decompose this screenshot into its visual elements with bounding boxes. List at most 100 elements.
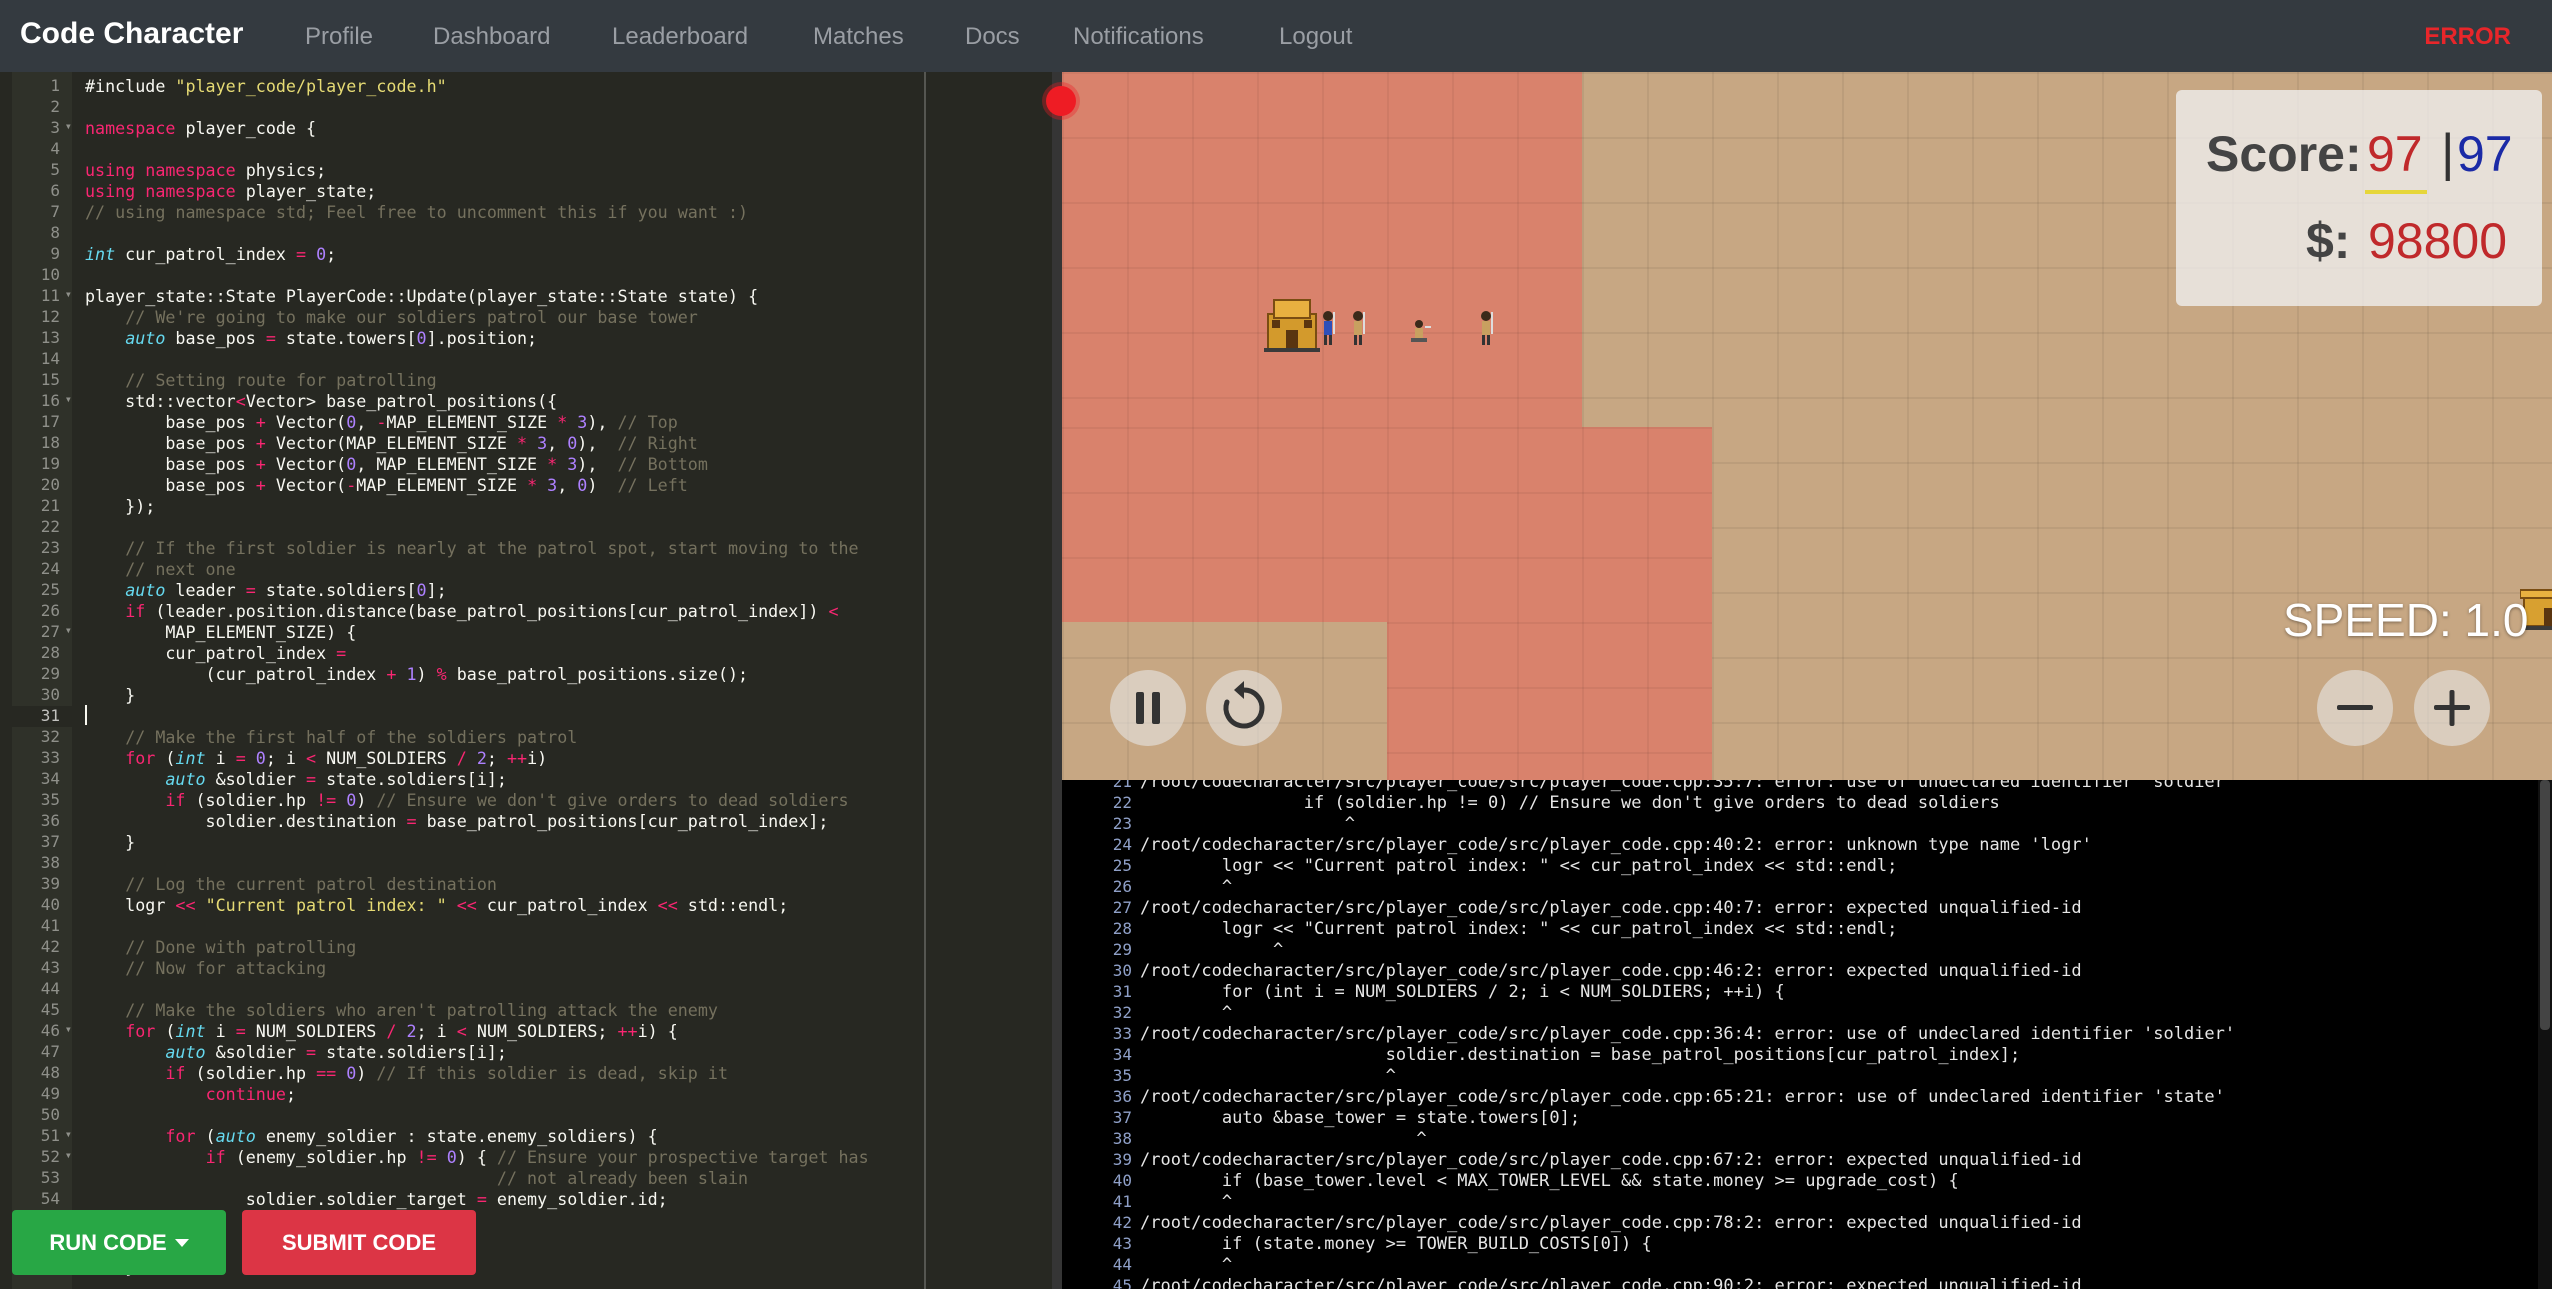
code-line[interactable]: namespace player_code { xyxy=(85,118,316,139)
fold-toggle-icon[interactable]: ▾ xyxy=(65,392,72,406)
code-line[interactable]: // Make the soldiers who aren't patrolli… xyxy=(85,1000,718,1021)
line-number-text: 38 xyxy=(40,853,60,872)
nav-dashboard-link[interactable]: Dashboard xyxy=(433,23,550,51)
terminal-line: /root/codecharacter/src/player_code/src/… xyxy=(1140,1024,2236,1044)
code-line[interactable]: // If the first soldier is nearly at the… xyxy=(85,538,858,559)
code-line[interactable]: if (leader.position.distance(base_patrol… xyxy=(85,601,838,622)
code-line[interactable]: #include "player_code/player_code.h" xyxy=(85,76,447,97)
terminal-scrollbar[interactable] xyxy=(2538,780,2552,1289)
nav-matches-link[interactable]: Matches xyxy=(813,23,904,51)
code-line[interactable]: // not already been slain xyxy=(85,1168,748,1189)
code-line[interactable]: base_pos + Vector(-MAP_ELEMENT_SIZE * 3,… xyxy=(85,475,687,496)
code-line[interactable]: for (int i = NUM_SOLDIERS / 2; i < NUM_S… xyxy=(85,1021,678,1042)
code-line[interactable]: }); xyxy=(85,496,155,517)
code-line[interactable]: auto &soldier = state.soldiers[i]; xyxy=(85,769,507,790)
code-line[interactable]: for (int i = 0; i < NUM_SOLDIERS / 2; ++… xyxy=(85,748,547,769)
line-number-text: 52 xyxy=(40,1147,60,1166)
player1-score: 97 xyxy=(2367,126,2423,182)
fold-toggle-icon[interactable]: ▾ xyxy=(65,1127,72,1141)
code-line[interactable]: soldier.soldier_target = enemy_soldier.i… xyxy=(85,1189,668,1210)
nav-notifications-link[interactable]: Notifications xyxy=(1073,23,1204,51)
terminal-line-number: 43 xyxy=(1112,1234,1132,1253)
run-code-label: RUN CODE xyxy=(49,1229,167,1255)
line-number: 33 xyxy=(12,748,72,769)
code-line[interactable]: cur_patrol_index = xyxy=(85,643,346,664)
pause-button[interactable] xyxy=(1110,670,1186,746)
pane-splitter[interactable] xyxy=(1052,72,1062,1289)
code-line[interactable]: // We're going to make our soldiers patr… xyxy=(85,307,698,328)
code-line[interactable]: logr << "Current patrol index: " << cur_… xyxy=(85,895,788,916)
line-number: 7 xyxy=(12,202,72,223)
pause-icon xyxy=(1136,692,1160,724)
brand-logo-text[interactable]: Code Character xyxy=(20,17,243,51)
code-line[interactable]: base_pos + Vector(0, MAP_ELEMENT_SIZE * … xyxy=(85,454,708,475)
zoom-in-button[interactable] xyxy=(2414,670,2490,746)
code-line[interactable]: // using namespace std; Feel free to unc… xyxy=(85,202,748,223)
zoom-out-button[interactable] xyxy=(2317,670,2393,746)
nav-leaderboard-link[interactable]: Leaderboard xyxy=(612,23,748,51)
line-number-text: 13 xyxy=(40,328,60,347)
game-renderer[interactable]: Score: 97 | 97 $: 98800 SPEED: 1.0 xyxy=(1062,72,2552,780)
code-line[interactable]: if (soldier.hp != 0) // Ensure we don't … xyxy=(85,790,848,811)
terminal-scroll-thumb[interactable] xyxy=(2540,780,2550,1030)
plus-icon xyxy=(2434,690,2470,726)
line-number: 9 xyxy=(12,244,72,265)
fold-toggle-icon[interactable]: ▾ xyxy=(65,119,72,133)
code-line[interactable]: MAP_ELEMENT_SIZE) { xyxy=(85,622,356,643)
code-line[interactable]: // Make the first half of the soldiers p… xyxy=(85,727,577,748)
line-number: 4 xyxy=(12,139,72,160)
code-line[interactable]: auto &soldier = state.soldiers[i]; xyxy=(85,1042,507,1063)
code-line[interactable]: for (auto enemy_soldier : state.enemy_so… xyxy=(85,1126,657,1147)
code-editor[interactable]: 1 2 3 ▾ 4 5 6 7 8 9 10 11 ▾ 12 13 14 15 16 ▾ 17 18 19 20 21 22 23… xyxy=(12,72,1052,1289)
terminal-line-number: 29 xyxy=(1112,940,1132,959)
code-line[interactable]: player_state::State PlayerCode::Update(p… xyxy=(85,286,758,307)
terminal-line-number: 24 xyxy=(1112,835,1132,854)
line-number: 41 xyxy=(12,916,72,937)
code-line[interactable]: // Now for attacking xyxy=(85,958,326,979)
code-line[interactable]: using namespace player_state; xyxy=(85,181,376,202)
code-line[interactable]: auto leader = state.soldiers[0]; xyxy=(85,580,447,601)
code-line[interactable]: base_pos + Vector(MAP_ELEMENT_SIZE * 3, … xyxy=(85,433,698,454)
code-line[interactable]: std::vector<Vector> base_patrol_position… xyxy=(85,391,557,412)
submit-code-button[interactable]: SUBMIT CODE xyxy=(242,1210,476,1275)
code-line[interactable]: } xyxy=(85,832,135,853)
line-number-text: 24 xyxy=(40,559,60,578)
code-line[interactable]: auto base_pos = state.towers[0].position… xyxy=(85,328,537,349)
code-line[interactable]: int cur_patrol_index = 0; xyxy=(85,244,336,265)
restart-button[interactable] xyxy=(1206,670,1282,746)
nav-docs-link[interactable]: Docs xyxy=(965,23,1020,51)
code-line[interactable]: } xyxy=(85,685,135,706)
line-number: 6 xyxy=(12,181,72,202)
code-line[interactable]: // Done with patrolling xyxy=(85,937,356,958)
line-number-text: 46 xyxy=(40,1021,60,1040)
run-code-button[interactable]: RUN CODE xyxy=(12,1210,226,1275)
code-line[interactable]: // Setting route for patrolling xyxy=(85,370,436,391)
fold-toggle-icon[interactable]: ▾ xyxy=(65,287,72,301)
code-line[interactable]: // next one xyxy=(85,559,236,580)
fold-toggle-icon[interactable]: ▾ xyxy=(65,623,72,637)
line-number: 23 xyxy=(12,538,72,559)
line-number-text: 29 xyxy=(40,664,60,683)
line-number: 20 xyxy=(12,475,72,496)
code-line[interactable]: if (soldier.hp == 0) // If this soldier … xyxy=(85,1063,728,1084)
code-line[interactable]: (cur_patrol_index + 1) % base_patrol_pos… xyxy=(85,664,749,685)
line-number: 8 xyxy=(12,223,72,244)
terminal-line-number: 45 xyxy=(1112,1276,1132,1289)
compile-output-terminal[interactable]: 21 22 23 24 25 26 27 28 29 30 31 32 33 34 35 36 37 38 39 40… xyxy=(1062,780,2552,1289)
code-line[interactable]: base_pos + Vector(0, -MAP_ELEMENT_SIZE *… xyxy=(85,412,677,433)
code-line[interactable]: // Log the current patrol destination xyxy=(85,874,497,895)
code-line[interactable]: if (enemy_soldier.hp != 0) { // Ensure y… xyxy=(85,1147,869,1168)
code-line[interactable]: continue; xyxy=(85,1084,296,1105)
nav-profile-link[interactable]: Profile xyxy=(305,23,373,51)
line-number: 42 xyxy=(12,937,72,958)
code-line[interactable]: soldier.destination = base_patrol_positi… xyxy=(85,811,829,832)
line-number: 47 xyxy=(12,1042,72,1063)
line-number: 21 xyxy=(12,496,72,517)
code-line[interactable]: using namespace physics; xyxy=(85,160,326,181)
line-number-text: 42 xyxy=(40,937,60,956)
line-number-text: 9 xyxy=(50,244,60,263)
fold-toggle-icon[interactable]: ▾ xyxy=(65,1022,72,1036)
nav-logout-link[interactable]: Logout xyxy=(1279,23,1352,51)
record-dot-icon xyxy=(1046,86,1076,116)
fold-toggle-icon[interactable]: ▾ xyxy=(65,1148,72,1162)
